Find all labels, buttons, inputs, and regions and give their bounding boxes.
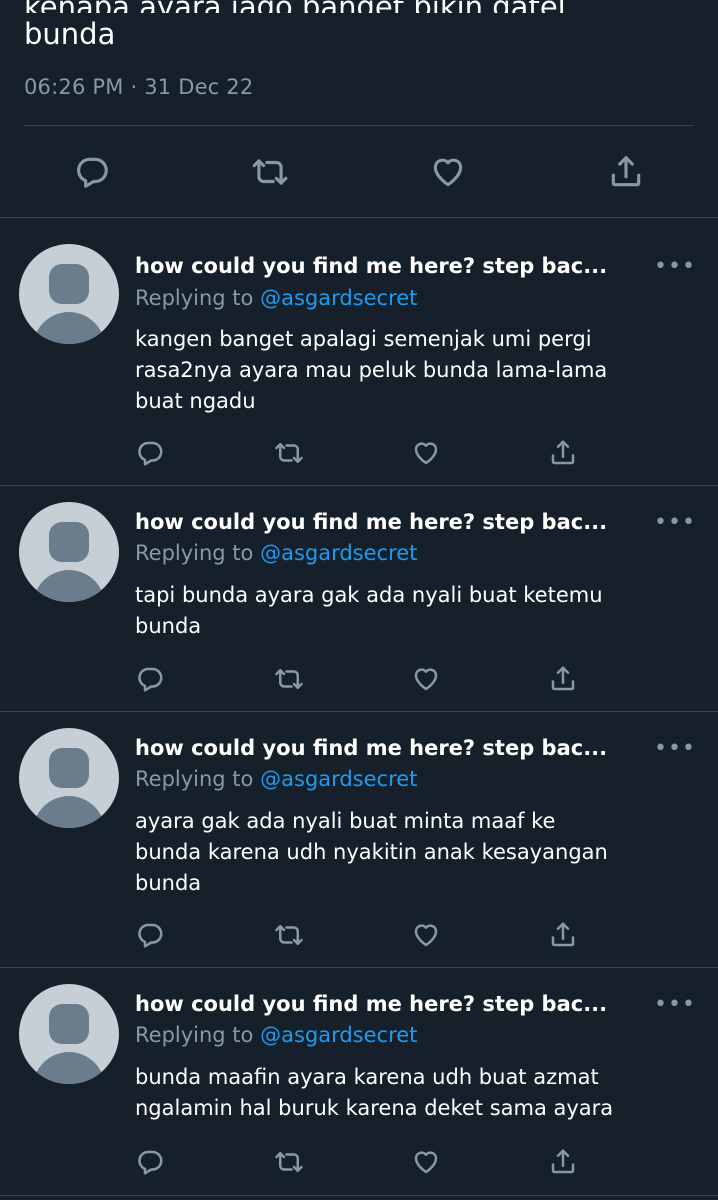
replying-to-handle[interactable]: @asgardsecret: [260, 286, 417, 310]
replying-to: Replying to @asgardsecret: [135, 1023, 417, 1047]
avatar[interactable]: [19, 502, 119, 602]
reply-button[interactable]: [70, 150, 114, 194]
reply-icon: [138, 441, 163, 466]
reply-icon: [138, 1150, 163, 1175]
main-tweet-actions: [0, 150, 718, 198]
share-button[interactable]: [546, 918, 580, 952]
reply-text-line: rasa2nya ayara mau peluk bunda lama-lama: [135, 358, 608, 382]
replying-to-label: Replying to: [135, 286, 261, 310]
retweet-button[interactable]: [272, 436, 306, 470]
retweet-icon: [252, 159, 288, 185]
reply-text-line: bunda: [135, 871, 202, 895]
reply-tweet[interactable]: how could you find me here? step bac... …: [0, 486, 718, 712]
reply-text-line: ngalamin hal buruk karena deket sama aya…: [135, 1096, 614, 1120]
share-button[interactable]: [604, 150, 648, 194]
tweet-thread: kenapa ayara jago banget bikin gatel bun…: [0, 0, 718, 1200]
reply-text-line: bunda: [135, 614, 202, 638]
reply-actions: [0, 1145, 718, 1181]
like-icon: [433, 158, 463, 187]
reply-icon: [138, 923, 163, 948]
retweet-icon: [275, 925, 303, 945]
like-icon: [414, 924, 438, 947]
like-button[interactable]: [426, 150, 470, 194]
retweet-button[interactable]: [248, 150, 292, 194]
avatar[interactable]: [19, 244, 119, 344]
reply-button[interactable]: [133, 1145, 167, 1179]
replying-to-label: Replying to: [135, 541, 261, 565]
reply-text-line: kangen banget apalagi semenjak umi pergi: [135, 327, 592, 351]
main-tweet-text-last-line: bunda: [24, 17, 116, 51]
retweet-icon: [275, 1152, 303, 1172]
main-tweet: kenapa ayara jago banget bikin gatel bun…: [0, 0, 718, 218]
share-button[interactable]: [546, 1145, 580, 1179]
replying-to: Replying to @asgardsecret: [135, 541, 417, 565]
avatar[interactable]: [19, 728, 119, 828]
reply-text: ayara gak ada nyali buat minta maaf ke b…: [135, 806, 695, 899]
reply-text-line: buat ngadu: [135, 389, 256, 413]
retweet-button[interactable]: [272, 918, 306, 952]
reply-icon: [77, 157, 108, 188]
avatar[interactable]: [19, 984, 119, 1084]
share-icon: [551, 666, 575, 691]
share-button[interactable]: [546, 436, 580, 470]
replying-to-label: Replying to: [135, 1023, 261, 1047]
main-tweet-text: kenapa ayara jago banget bikin gatel bun…: [24, 0, 694, 55]
reply-author-name[interactable]: how could you find me here? step bac...: [135, 736, 645, 760]
main-tweet-text-clipped-line: kenapa ayara jago banget bikin gatel: [24, 0, 694, 13]
more-options-icon[interactable]: •••: [654, 738, 696, 760]
share-icon: [551, 922, 575, 947]
main-tweet-divider: [24, 125, 694, 126]
reply-button[interactable]: [133, 436, 167, 470]
retweet-button[interactable]: [272, 1145, 306, 1179]
replying-to-handle[interactable]: @asgardsecret: [260, 767, 417, 791]
main-tweet-timestamp: 06:26 PM · 31 Dec 22: [24, 75, 254, 99]
reply-author-name[interactable]: how could you find me here? step bac...: [135, 510, 645, 534]
reply-text: tapi bunda ayara gak ada nyali buat kete…: [135, 580, 695, 642]
more-options-icon[interactable]: •••: [654, 512, 696, 534]
share-button[interactable]: [546, 662, 580, 696]
reply-button[interactable]: [133, 918, 167, 952]
reply-text: bunda maafin ayara karena udh buat azmat…: [135, 1062, 695, 1124]
replying-to-handle[interactable]: @asgardsecret: [260, 541, 417, 565]
reply-tweet[interactable]: how could you find me here? step bac... …: [0, 712, 718, 968]
like-icon: [414, 668, 438, 691]
replying-to-handle[interactable]: @asgardsecret: [260, 1023, 417, 1047]
retweet-button[interactable]: [272, 662, 306, 696]
more-options-icon[interactable]: •••: [654, 994, 696, 1016]
reply-actions: [0, 662, 718, 698]
replying-to: Replying to @asgardsecret: [135, 286, 417, 310]
replying-to: Replying to @asgardsecret: [135, 767, 417, 791]
reply-button[interactable]: [133, 662, 167, 696]
reply-text-line: bunda karena udh nyakitin anak kesayanga…: [135, 840, 608, 864]
reply-tweet[interactable]: how could you find me here? step bac... …: [0, 968, 718, 1196]
like-button[interactable]: [409, 1145, 443, 1179]
reply-text-line: tapi bunda ayara gak ada nyali buat kete…: [135, 583, 603, 607]
replying-to-label: Replying to: [135, 767, 261, 791]
reply-actions: [0, 918, 718, 954]
like-button[interactable]: [409, 918, 443, 952]
share-icon: [551, 1149, 575, 1174]
reply-text-line: ayara gak ada nyali buat minta maaf ke: [135, 809, 556, 833]
like-button[interactable]: [409, 662, 443, 696]
share-icon: [551, 440, 575, 465]
retweet-icon: [275, 443, 303, 463]
share-icon: [611, 156, 641, 187]
reply-author-name[interactable]: how could you find me here? step bac...: [135, 992, 645, 1016]
reply-tweet[interactable]: how could you find me here? step bac... …: [0, 218, 718, 486]
reply-actions: [0, 436, 718, 472]
like-button[interactable]: [409, 436, 443, 470]
like-icon: [414, 1151, 438, 1174]
reply-author-name[interactable]: how could you find me here? step bac...: [135, 254, 645, 278]
reply-text-line: bunda maafin ayara karena udh buat azmat: [135, 1065, 599, 1089]
reply-icon: [138, 667, 163, 692]
reply-text: kangen banget apalagi semenjak umi pergi…: [135, 324, 695, 417]
retweet-icon: [275, 669, 303, 689]
more-options-icon[interactable]: •••: [654, 256, 696, 278]
like-icon: [414, 442, 438, 465]
